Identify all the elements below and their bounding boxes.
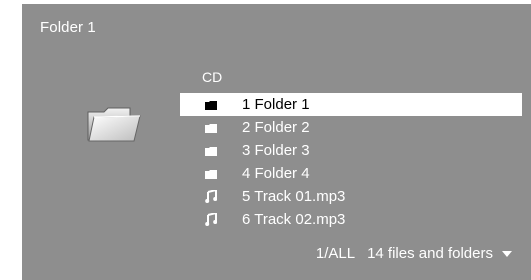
list-item-label: 1 Folder 1 [242,96,310,113]
list-status: 1/ALL 14 files and folders [316,245,513,262]
triangle-down-icon[interactable] [501,248,513,260]
current-path: CD [202,69,223,85]
list-item-label: 6 Track 02.mp3 [242,211,346,228]
list-item-track-02[interactable]: 6 Track 02.mp3 [180,208,522,231]
folder-icon [87,107,141,142]
folder-icon [204,93,218,116]
media-browser-screen: Folder 1 CD 1 Folder 1 2 Folder 2 3 Fold… [22,4,531,280]
list-item-track-01[interactable]: 5 Track 01.mp3 [180,185,522,208]
current-folder-title: Folder 1 [40,19,96,36]
list-item-folder-4[interactable]: 4 Folder 4 [180,162,522,185]
folder-icon [204,162,218,185]
folder-icon [204,139,218,162]
list-item-label: 2 Folder 2 [242,119,310,136]
music-note-icon [204,185,218,208]
music-note-icon [204,208,218,231]
list-item-label: 5 Track 01.mp3 [242,188,346,205]
list-item-label: 4 Folder 4 [242,165,310,182]
folder-icon [204,116,218,139]
list-item-folder-2[interactable]: 2 Folder 2 [180,116,522,139]
list-item-folder-1[interactable]: 1 Folder 1 [180,93,522,116]
list-item-label: 3 Folder 3 [242,142,310,159]
file-list: 1 Folder 1 2 Folder 2 3 Folder 3 4 Folde… [180,93,522,231]
page-indicator: 1/ALL [315,245,356,262]
item-count: 14 files and folders [367,245,493,262]
list-item-folder-3[interactable]: 3 Folder 3 [180,139,522,162]
